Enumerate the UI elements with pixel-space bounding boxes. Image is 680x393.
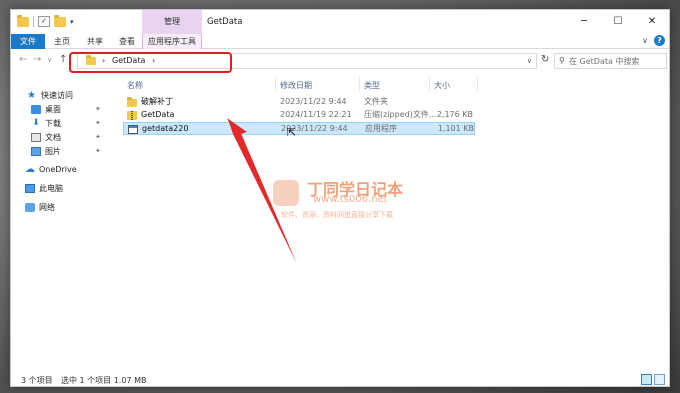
watermark-url: www.ts006.net <box>313 194 388 205</box>
watermark: 丁同学日记本 www.ts006.net 软件、资源、资料网盘直接分享下载 <box>273 176 433 226</box>
watermark-logo <box>273 180 299 206</box>
arrowhead <box>227 118 247 136</box>
item-count: 3 个项目 <box>21 376 53 385</box>
selection-info: 选中 1 个项目 1.07 MB <box>61 376 147 385</box>
view-toggle <box>641 374 665 385</box>
large-icons-view-icon[interactable] <box>654 374 665 385</box>
watermark-subtitle: 软件、资源、资料网盘直接分享下载 <box>281 211 393 219</box>
explorer-window: ✓ ▾ 管理 GetData ─ ☐ ✕ 文件 主页 共享 查看 应用程序工具 … <box>10 9 670 387</box>
details-view-icon[interactable] <box>641 374 652 385</box>
status-bar: 3 个项目 选中 1 个项目 1.07 MB <box>11 372 669 386</box>
